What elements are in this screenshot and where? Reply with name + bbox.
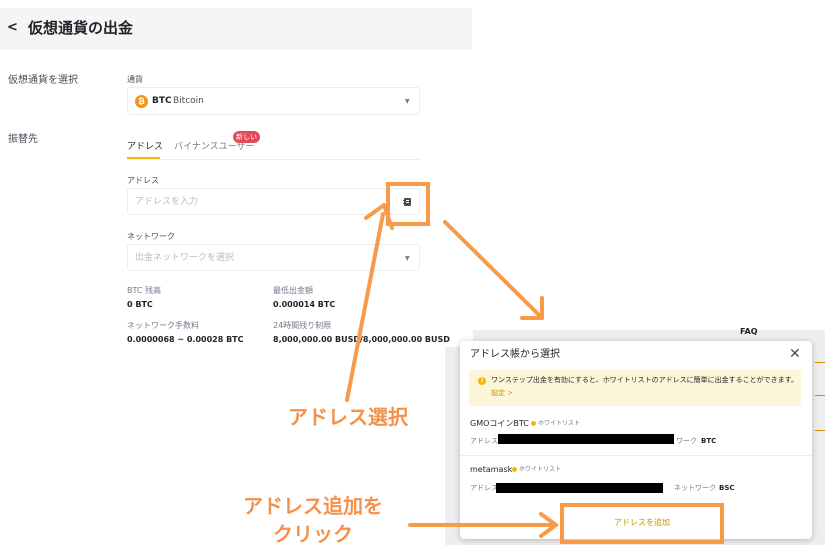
annotation-add-address-line2: クリック (273, 522, 353, 546)
arrow-to-address-book (345, 212, 385, 402)
annotation-arrows (345, 203, 558, 538)
annotation-select-address: アドレス選択 (288, 405, 408, 429)
arrow-to-modal (443, 220, 542, 318)
annotation-add-address-line1: アドレス追加を (243, 494, 383, 518)
